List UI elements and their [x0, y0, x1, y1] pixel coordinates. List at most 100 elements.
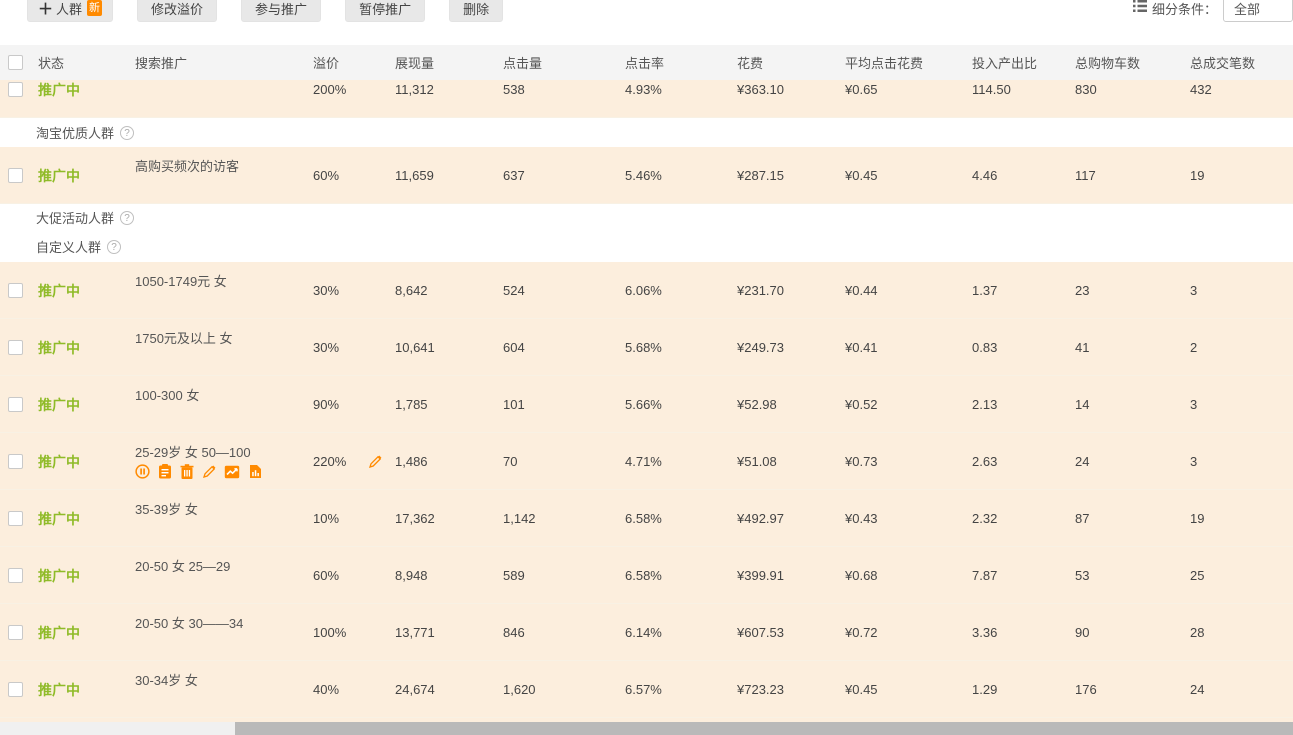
- table-body: 推广中 200% 11,312 538 4.93% ¥363.10 ¥0.65 …: [0, 80, 1293, 722]
- modify-premium-button[interactable]: 修改溢价: [137, 0, 217, 22]
- segment-list-icon: [1133, 0, 1147, 17]
- cost-value: ¥607.53: [729, 625, 837, 640]
- roi-value: 0.83: [964, 340, 1067, 355]
- col-impressions: 展现量: [387, 53, 495, 72]
- cpc-value: ¥0.43: [837, 511, 964, 526]
- crowd-name[interactable]: 100-300 女: [135, 385, 199, 404]
- table-row[interactable]: 推广中 1050-1749元 女 30% 8,642 524 6.06% ¥23…: [0, 262, 1293, 319]
- edit-icon[interactable]: [202, 465, 216, 479]
- roi-value: 1.37: [964, 283, 1067, 298]
- row-checkbox[interactable]: [8, 397, 23, 412]
- table-row[interactable]: 推广中 100-300 女 90% 1,785 101 5.66% ¥52.98…: [0, 376, 1293, 433]
- row-checkbox[interactable]: [8, 511, 23, 526]
- trend-chart-icon[interactable]: [224, 465, 240, 479]
- help-icon[interactable]: ?: [120, 126, 134, 140]
- section-label: 淘宝优质人群: [36, 123, 114, 142]
- carts-value: 90: [1067, 625, 1182, 640]
- cost-value: ¥231.70: [729, 283, 837, 298]
- clicks-value: 524: [495, 283, 617, 298]
- roi-value: 4.46: [964, 168, 1067, 183]
- status-badge: 推广中: [30, 395, 127, 415]
- row-checkbox[interactable]: [8, 82, 23, 97]
- crowd-name[interactable]: 35-39岁 女: [135, 499, 198, 518]
- delete-button[interactable]: 删除: [449, 0, 503, 22]
- col-orders: 总成交笔数: [1182, 53, 1293, 72]
- table-row-hovered[interactable]: 推广中 25-29岁 女 50—100 220% 1,486: [0, 433, 1293, 490]
- ctr-value: 5.46%: [617, 168, 729, 183]
- orders-value: 3: [1182, 397, 1293, 412]
- col-premium: 溢价: [305, 53, 387, 72]
- crowd-name[interactable]: 1750元及以上 女: [135, 328, 233, 347]
- status-badge: 推广中: [30, 509, 127, 529]
- ctr-value: 6.14%: [617, 625, 729, 640]
- add-crowd-label: 人群: [56, 0, 82, 18]
- report-icon[interactable]: [158, 464, 172, 479]
- table-row[interactable]: 推广中 高购买频次的访客 60% 11,659 637 5.46% ¥287.1…: [0, 147, 1293, 204]
- cpc-value: ¥0.72: [837, 625, 964, 640]
- cost-value: ¥399.91: [729, 568, 837, 583]
- col-carts: 总购物车数: [1067, 53, 1182, 72]
- section-custom-crowd: 自定义人群 ?: [0, 231, 1293, 262]
- row-checkbox[interactable]: [8, 454, 23, 469]
- premium-value: 40%: [305, 682, 387, 697]
- clicks-value: 637: [495, 168, 617, 183]
- cost-value: ¥723.23: [729, 682, 837, 697]
- segment-select-value: 全部: [1234, 0, 1260, 18]
- status-badge: 推广中: [30, 680, 127, 700]
- table-row[interactable]: 推广中 200% 11,312 538 4.93% ¥363.10 ¥0.65 …: [0, 80, 1293, 118]
- table-row[interactable]: 推广中 35-39岁 女 10% 17,362 1,142 6.58% ¥492…: [0, 490, 1293, 547]
- cost-value: ¥492.97: [729, 511, 837, 526]
- row-checkbox[interactable]: [8, 340, 23, 355]
- premium-value: 220%: [313, 454, 346, 469]
- row-checkbox[interactable]: [8, 568, 23, 583]
- row-checkbox[interactable]: [8, 168, 23, 183]
- delete-icon[interactable]: [180, 464, 194, 479]
- orders-value: 24: [1182, 682, 1293, 697]
- segment-select[interactable]: 全部: [1223, 0, 1293, 22]
- col-search-promo: 搜索推广: [127, 53, 305, 72]
- cost-value: ¥363.10: [729, 82, 837, 97]
- premium-edit-icon[interactable]: [368, 455, 382, 469]
- table-row[interactable]: 推广中 30-34岁 女 40% 24,674 1,620 6.57% ¥723…: [0, 661, 1293, 718]
- carts-value: 41: [1067, 340, 1182, 355]
- impressions-value: 10,641: [387, 340, 495, 355]
- roi-value: 7.87: [964, 568, 1067, 583]
- table-row[interactable]: 推广中 20-50 女 30——34 100% 13,771 846 6.14%…: [0, 604, 1293, 661]
- help-icon[interactable]: ?: [120, 211, 134, 225]
- roi-value: 1.29: [964, 682, 1067, 697]
- table-row[interactable]: 推广中 1750元及以上 女 30% 10,641 604 5.68% ¥249…: [0, 319, 1293, 376]
- premium-value: 30%: [305, 283, 387, 298]
- scrollbar-thumb[interactable]: [235, 722, 1293, 735]
- carts-value: 87: [1067, 511, 1182, 526]
- join-promotion-button[interactable]: 参与推广: [241, 0, 321, 22]
- row-checkbox[interactable]: [8, 682, 23, 697]
- add-crowd-button[interactable]: ＋ 人群 新: [27, 0, 113, 22]
- pause-promotion-button[interactable]: 暂停推广: [345, 0, 425, 22]
- ctr-value: 4.93%: [617, 82, 729, 97]
- help-icon[interactable]: ?: [107, 240, 121, 254]
- impressions-value: 1,486: [387, 454, 495, 469]
- crowd-name[interactable]: 20-50 女 25—29: [135, 556, 230, 575]
- cpc-value: ¥0.44: [837, 283, 964, 298]
- orders-value: 3: [1182, 454, 1293, 469]
- row-checkbox[interactable]: [8, 283, 23, 298]
- premium-value: 90%: [305, 397, 387, 412]
- impressions-value: 1,785: [387, 397, 495, 412]
- crowd-name[interactable]: 20-50 女 30——34: [135, 613, 243, 632]
- orders-value: 28: [1182, 625, 1293, 640]
- roi-value: 2.32: [964, 511, 1067, 526]
- crowd-name[interactable]: 1050-1749元 女: [135, 271, 227, 290]
- crowd-name[interactable]: 高购买频次的访客: [135, 156, 239, 175]
- segment-label: 细分条件：: [1152, 0, 1217, 18]
- clicks-value: 70: [495, 454, 617, 469]
- col-avg-cpc: 平均点击花费: [837, 53, 964, 72]
- data-chart-icon[interactable]: [248, 464, 263, 479]
- crowd-name[interactable]: 25-29岁 女 50—100: [135, 442, 251, 461]
- horizontal-scrollbar[interactable]: [0, 722, 1293, 735]
- pause-icon[interactable]: [135, 464, 150, 479]
- table-row[interactable]: 推广中 20-50 女 25—29 60% 8,948 589 6.58% ¥3…: [0, 547, 1293, 604]
- select-all-checkbox[interactable]: [8, 55, 23, 70]
- new-badge: 新: [87, 0, 102, 16]
- row-checkbox[interactable]: [8, 625, 23, 640]
- crowd-name[interactable]: 30-34岁 女: [135, 670, 198, 689]
